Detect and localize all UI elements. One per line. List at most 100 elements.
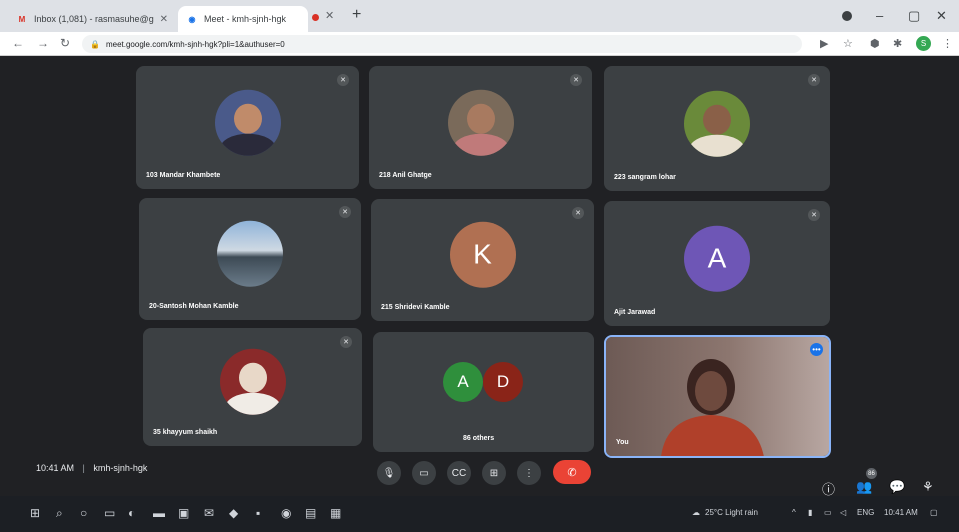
others-avatar: A [443, 362, 483, 402]
reload-icon[interactable]: ↻ [60, 36, 70, 50]
participant-tile[interactable]: ✕ 218 Anil Ghatge [369, 66, 592, 189]
participant-photo [219, 348, 286, 415]
participant-name: 218 Anil Ghatge [379, 172, 432, 179]
task-view-icon[interactable]: ○ [80, 506, 87, 520]
more-options-button[interactable]: ⋮ [517, 461, 541, 485]
puzzle-icon[interactable]: ✱ [893, 37, 902, 50]
network-icon[interactable]: ▮ [808, 508, 812, 517]
others-count-label: 86 others [463, 435, 495, 442]
window-close-icon[interactable]: ✕ [936, 8, 947, 24]
meeting-time: 10:41 AM [36, 463, 75, 473]
back-icon[interactable]: ← [12, 36, 24, 50]
weather-text[interactable]: 25°C Light rain [705, 508, 758, 517]
participant-photo [447, 89, 514, 156]
new-tab-icon[interactable]: + [352, 6, 361, 24]
camera-button[interactable]: ▭ [412, 461, 436, 485]
mic-off-icon: ✕ [340, 336, 352, 348]
separator: | [82, 463, 85, 473]
mic-off-icon: ✕ [572, 207, 584, 219]
self-view-tile[interactable]: ••• You [604, 335, 831, 458]
office-icon[interactable]: ▪ [256, 506, 260, 520]
extension-icon[interactable]: ⬢ [870, 37, 880, 50]
store-icon[interactable]: ▣ [178, 506, 189, 520]
meeting-code: kmh-sjnh-hgk [93, 463, 148, 473]
chrome-icon[interactable]: ◉ [281, 506, 291, 520]
participant-tile[interactable]: ✕ 223 sangram lohar [604, 66, 830, 191]
participant-name: 35 khayyum shaikh [153, 429, 218, 436]
url-text: meet.google.com/kmh-sjnh-hgk?pli=1&authu… [105, 39, 285, 49]
participant-tile[interactable]: ✕ 20-Santosh Mohan Kamble [139, 198, 361, 320]
notification-icon[interactable]: ▢ [930, 508, 938, 517]
lock-icon: 🔒 [90, 39, 100, 49]
windows-taskbar: ⊞ ⌕ ○ ▭ ◐ ▬ ▣ ✉ ◆ ▪ ◉ ▤ ▦ ☁ 25°C Light r… [0, 496, 959, 532]
close-icon[interactable]: ✕ [160, 14, 168, 25]
present-button[interactable]: ⊞ [482, 461, 506, 485]
participant-name: 215 Shridevi Kamble [381, 304, 450, 311]
taskbar-clock[interactable]: 10:41 AM [884, 508, 918, 517]
windows-start-icon[interactable]: ⊞ [30, 506, 40, 520]
gmail-icon: M [18, 14, 26, 24]
microphone-button[interactable]: 🎙 [377, 461, 401, 485]
file-explorer-icon[interactable]: ▭ [104, 506, 115, 520]
more-options-icon[interactable]: ••• [810, 343, 823, 356]
participant-name: 20-Santosh Mohan Kamble [149, 303, 239, 310]
camera-icon[interactable]: ▶ [820, 37, 828, 50]
participant-photo [217, 220, 283, 287]
mic-off-icon: ✕ [337, 74, 349, 86]
app-icon[interactable]: ◆ [229, 506, 238, 520]
menu-icon[interactable]: ⋮ [942, 37, 953, 50]
weather-icon: ☁ [692, 508, 700, 517]
self-name: You [616, 439, 629, 446]
browser-account-icon[interactable] [842, 11, 852, 21]
app-icon-2[interactable]: ▤ [305, 506, 316, 520]
recording-dot-icon [312, 14, 319, 21]
tray-chevron-icon[interactable]: ^ [792, 508, 796, 517]
mic-off-icon: ✕ [339, 206, 351, 218]
mail-icon[interactable]: ✉ [204, 506, 214, 520]
captions-button[interactable]: CC [447, 461, 471, 485]
participant-tile[interactable]: ✕ 35 khayyum shaikh [143, 328, 362, 446]
chat-icon[interactable]: 💬 [889, 479, 905, 495]
minimize-icon[interactable]: – [876, 8, 883, 23]
folder-icon[interactable]: ▬ [153, 506, 165, 520]
others-avatar: D [483, 362, 523, 402]
participant-avatar: A [684, 225, 750, 292]
mic-off-icon: ✕ [570, 74, 582, 86]
profile-avatar[interactable]: S [916, 36, 931, 51]
mic-off-icon: ✕ [808, 209, 820, 221]
tab-meet[interactable]: ◉ Meet - kmh-sjnh-hgk [178, 6, 308, 32]
mic-off-icon: ✕ [808, 74, 820, 86]
language-indicator[interactable]: ENG [857, 508, 874, 517]
activities-icon[interactable]: ⚘ [922, 479, 934, 495]
participant-photo [214, 89, 281, 156]
end-call-button[interactable]: ✆ [553, 460, 591, 484]
tab-title: Inbox (1,081) - rasmasuhe@gm [34, 14, 154, 24]
star-icon[interactable]: ☆ [843, 37, 853, 50]
people-icon[interactable]: 👥 [856, 479, 872, 495]
self-person-silhouette [661, 359, 764, 456]
browser-toolbar: ← → ↻ 🔒 meet.google.com/kmh-sjnh-hgk?pli… [0, 32, 959, 56]
close-icon[interactable]: ✕ [325, 9, 334, 22]
forward-icon[interactable]: → [37, 36, 49, 50]
browser-tab-strip: M Inbox (1,081) - rasmasuhe@gm ✕ ◉ Meet … [0, 0, 959, 32]
participant-tile[interactable]: A ✕ Ajit Jarawad [604, 201, 830, 326]
participant-name: 223 sangram lohar [614, 174, 676, 181]
volume-icon[interactable]: ◁ [840, 508, 846, 517]
tab-gmail[interactable]: M Inbox (1,081) - rasmasuhe@gm ✕ [8, 6, 176, 32]
address-bar[interactable]: 🔒 meet.google.com/kmh-sjnh-hgk?pli=1&aut… [82, 35, 802, 53]
participant-tile[interactable]: ✕ 103 Mandar Khambete [136, 66, 359, 189]
meet-icon: ◉ [188, 14, 196, 24]
maximize-icon[interactable]: ▢ [908, 8, 920, 24]
meet-window: ✕ 103 Mandar Khambete ✕ 218 Anil Ghatge … [0, 56, 959, 497]
tab-title: Meet - kmh-sjnh-hgk [204, 14, 287, 24]
participant-count-badge: 86 [866, 468, 877, 479]
meeting-clock: 10:41 AM | kmh-sjnh-hgk [36, 463, 147, 473]
battery-icon[interactable]: ▭ [824, 508, 832, 517]
participant-name: 103 Mandar Khambete [146, 172, 221, 179]
participant-tile[interactable]: K ✕ 215 Shridevi Kamble [371, 199, 594, 321]
participant-name: Ajit Jarawad [614, 309, 656, 316]
edge-icon[interactable]: ◐ [128, 506, 135, 520]
others-tile[interactable]: A D 86 others [373, 332, 594, 452]
app-icon-3[interactable]: ▦ [330, 506, 341, 520]
search-icon[interactable]: ⌕ [56, 506, 63, 521]
